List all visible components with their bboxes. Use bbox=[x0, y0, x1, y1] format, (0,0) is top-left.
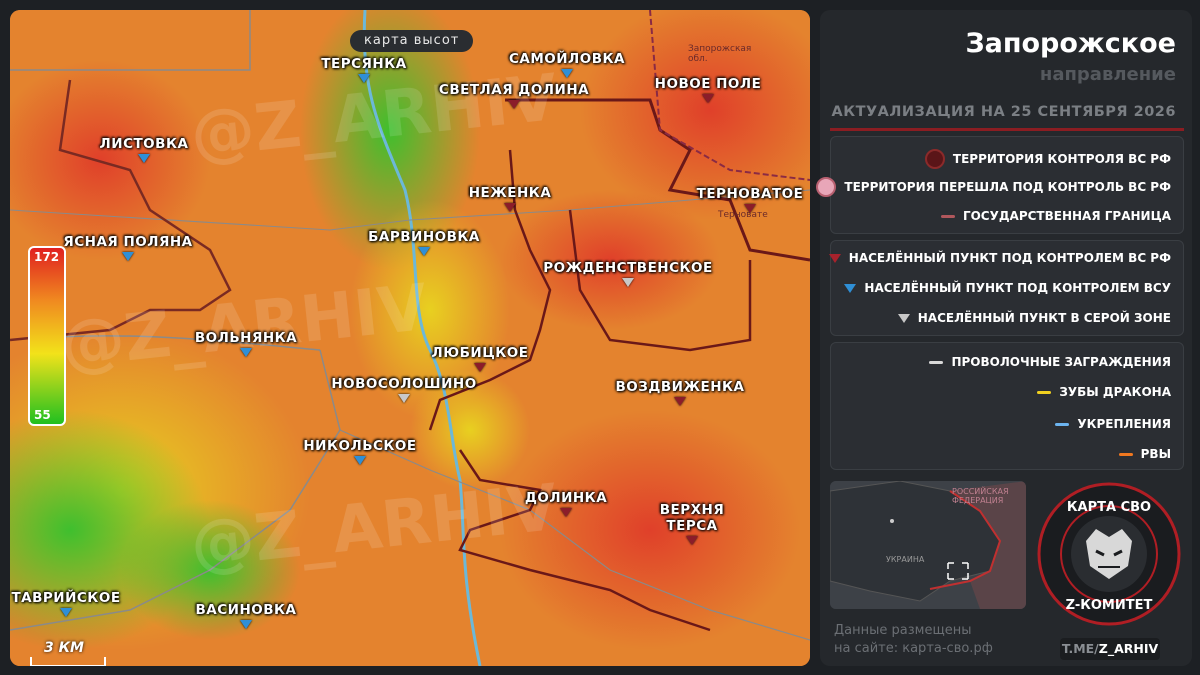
legend-item: ПРОВОЛОЧНЫЕ ЗАГРАЖДЕНИЯ bbox=[929, 355, 1171, 369]
place-label[interactable]: ЛИСТОВКА bbox=[100, 136, 189, 152]
emblem-bottom-text: Z-КОМИТЕТ bbox=[1066, 598, 1153, 613]
legend-item: ГОСУДАРСТВЕННАЯ ГРАНИЦА bbox=[940, 209, 1171, 223]
place-label[interactable]: РОЖДЕНСТВЕНСКОЕ bbox=[543, 260, 713, 276]
settlement-marker-icon bbox=[622, 278, 634, 287]
place-label[interactable]: БАРВИНОВКА bbox=[368, 229, 480, 245]
scale-bar: 3 КМ bbox=[30, 640, 106, 666]
region-label: Запорожская обл. bbox=[688, 44, 752, 64]
settlement-marker-icon bbox=[702, 94, 714, 103]
elevation-scale: 172 55 bbox=[28, 246, 66, 426]
overview-minimap[interactable]: РОССИЙСКАЯ ФЕДЕРАЦИЯ УКРАИНА bbox=[830, 481, 1026, 609]
settlement-marker-icon bbox=[60, 608, 72, 617]
site-link[interactable]: на сайте: карта-сво.рф bbox=[834, 640, 993, 658]
panel-title: Запорожское bbox=[965, 28, 1176, 59]
update-date: АКТУАЛИЗАЦИЯ НА 25 СЕНТЯБРЯ 2026 bbox=[831, 104, 1176, 120]
legend-territory: ТЕРРИТОРИЯ КОНТРОЛЯ ВС РФ ТЕРРИТОРИЯ ПЕР… bbox=[816, 136, 1184, 234]
place-label[interactable]: ТЕРНОВАТОЕ bbox=[697, 186, 804, 202]
elevation-map[interactable]: @Z_ARHIV @Z_ARHIV @Z_ARHIV карта высот З… bbox=[10, 10, 810, 666]
legend-item: ТЕРРИТОРИЯ ПЕРЕШЛА ПОД КОНТРОЛЬ ВС РФ bbox=[816, 177, 1171, 197]
minimap-ua-label: УКРАИНА bbox=[886, 555, 925, 564]
place-label[interactable]: ЯСНАЯ ПОЛЯНА bbox=[63, 234, 192, 250]
panel-subtitle: направление bbox=[1039, 64, 1176, 85]
border-swatch bbox=[940, 214, 955, 218]
triangle-icon bbox=[828, 253, 841, 263]
place-label[interactable]: ВАСИНОВКА bbox=[196, 602, 297, 618]
settlement-marker-icon bbox=[686, 536, 698, 545]
minimap-ru-label: РОССИЙСКАЯ ФЕДЕРАЦИЯ bbox=[952, 487, 1009, 505]
settlement-marker-icon bbox=[474, 363, 486, 372]
site-info[interactable]: Данные размещены на сайте: карта-сво.рф bbox=[834, 622, 993, 658]
triangle-icon bbox=[844, 283, 857, 293]
site-line-1: Данные размещены bbox=[834, 623, 972, 638]
legend-item: НАСЕЛЁННЫЙ ПУНКТ В СЕРОЙ ЗОНЕ bbox=[897, 311, 1171, 325]
place-label[interactable]: САМОЙЛОВКА bbox=[509, 51, 625, 67]
legend-item: РВЫ bbox=[1118, 447, 1171, 461]
place-label[interactable]: ДОЛИНКА bbox=[525, 490, 607, 506]
line-swatch bbox=[1037, 390, 1052, 394]
ru-control-swatch bbox=[924, 149, 945, 169]
map-type-label: карта высот bbox=[350, 30, 474, 52]
settlement-marker-icon bbox=[122, 252, 134, 261]
place-label[interactable]: НОВОЕ ПОЛЕ bbox=[655, 76, 762, 92]
legend-item: НАСЕЛЁННЫЙ ПУНКТ ПОД КОНТРОЛЕМ ВС РФ bbox=[828, 251, 1171, 265]
place-label[interactable]: НЕЖЕНКА bbox=[469, 185, 552, 201]
place-label[interactable]: СВЕТЛАЯ ДОЛИНА bbox=[439, 82, 589, 98]
minor-settlement-label: Терновате bbox=[718, 210, 768, 220]
triangle-icon bbox=[897, 313, 910, 323]
emblem-logo: КАРТА СВО Z-КОМИТЕТ bbox=[1037, 482, 1181, 626]
transferred-swatch bbox=[816, 177, 837, 197]
line-swatch bbox=[1055, 422, 1070, 426]
settlement-marker-icon bbox=[508, 100, 520, 109]
telegram-link[interactable]: T.ME/Z_ARHIV bbox=[1060, 638, 1160, 660]
place-label[interactable]: ЛЮБИЦКОЕ bbox=[432, 345, 529, 361]
elevation-max: 172 bbox=[34, 250, 60, 264]
settlement-marker-icon bbox=[240, 348, 252, 357]
place-label[interactable]: ТЕРСЯНКА bbox=[321, 56, 406, 72]
settlement-marker-icon bbox=[398, 394, 410, 403]
scale-bar-line bbox=[30, 657, 106, 666]
tg-prefix: T.ME/ bbox=[1061, 641, 1099, 656]
line-swatch bbox=[1118, 452, 1133, 456]
settlement-marker-icon bbox=[744, 204, 756, 213]
elevation-min: 55 bbox=[34, 408, 51, 422]
scale-label: 3 КМ bbox=[44, 640, 84, 656]
settlement-marker-icon bbox=[418, 247, 430, 256]
settlement-marker-icon bbox=[358, 74, 370, 83]
legend-item: ТЕРРИТОРИЯ КОНТРОЛЯ ВС РФ bbox=[924, 149, 1171, 169]
settlement-marker-icon bbox=[674, 397, 686, 406]
settlement-marker-icon bbox=[560, 508, 572, 517]
place-label[interactable]: НОВОСОЛОШИНО bbox=[331, 376, 476, 392]
place-label[interactable]: НИКОЛЬСКОЕ bbox=[303, 438, 416, 454]
emblem-top-text: КАРТА СВО bbox=[1067, 500, 1151, 515]
legend-settlements: НАСЕЛЁННЫЙ ПУНКТ ПОД КОНТРОЛЕМ ВС РФ НАС… bbox=[828, 240, 1184, 336]
settlement-marker-icon bbox=[354, 456, 366, 465]
place-label[interactable]: ВОЗДВИЖЕНКА bbox=[616, 379, 745, 395]
legend-item: УКРЕПЛЕНИЯ bbox=[1055, 417, 1171, 431]
legend-item: НАСЕЛЁННЫЙ ПУНКТ ПОД КОНТРОЛЕМ ВСУ bbox=[844, 281, 1171, 295]
settlement-marker-icon bbox=[138, 154, 150, 163]
settlement-marker-icon bbox=[504, 203, 516, 212]
settlement-marker-icon bbox=[240, 620, 252, 629]
tg-handle: Z_ARHIV bbox=[1098, 641, 1159, 656]
settlement-marker-icon bbox=[561, 69, 573, 78]
legend-item: ЗУБЫ ДРАКОНА bbox=[1037, 385, 1171, 399]
place-label[interactable]: ТАВРИЙСКОЕ bbox=[11, 590, 120, 606]
line-swatch bbox=[929, 360, 944, 364]
divider bbox=[830, 128, 1184, 131]
place-label[interactable]: ВОЛЬНЯНКА bbox=[195, 330, 297, 346]
place-label[interactable]: ВЕРХНЯ ТЕРСА bbox=[652, 502, 732, 534]
legend-panel: Запорожское направление АКТУАЛИЗАЦИЯ НА … bbox=[816, 10, 1192, 666]
legend-fortifications: ПРОВОЛОЧНЫЕ ЗАГРАЖДЕНИЯ ЗУБЫ ДРАКОНА УКР… bbox=[830, 342, 1184, 470]
